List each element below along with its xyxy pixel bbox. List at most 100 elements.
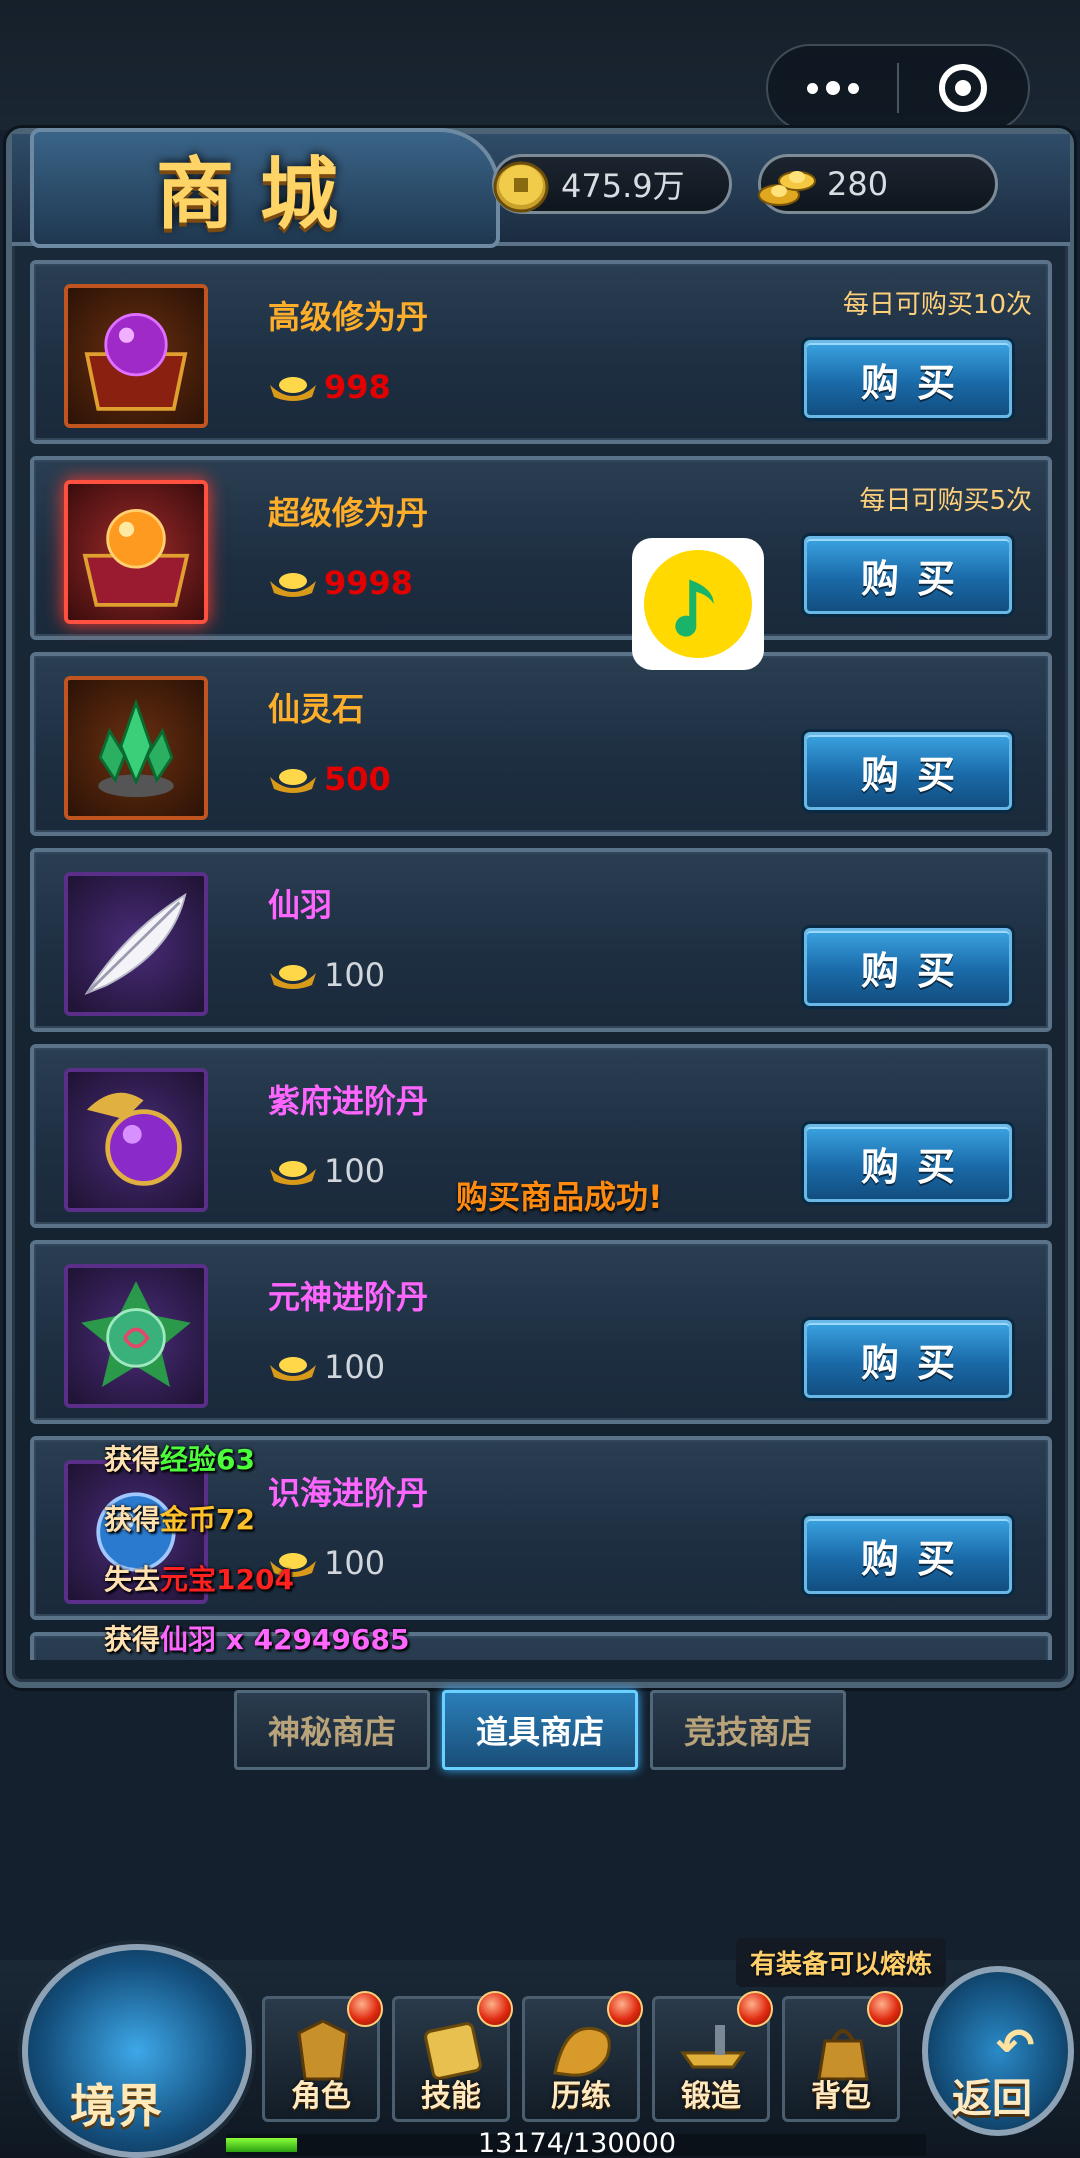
item-price: 100 (268, 1152, 385, 1190)
tab-arena-shop[interactable]: 竞技商店 (650, 1690, 846, 1770)
log-text: 仙羽 x 42949685 (160, 1623, 410, 1656)
ingot-icon (270, 769, 316, 793)
reward-log-line: 获得经验63 (104, 1438, 255, 1478)
tab-item-shop[interactable]: 道具商店 (442, 1690, 638, 1770)
notification-dot (867, 1991, 903, 2027)
menu-label: 历练 (551, 2079, 611, 2114)
miniprogram-capsule (766, 44, 1030, 132)
reward-log-line: 获得仙羽 x 42949685 (104, 1618, 409, 1658)
menu-forge[interactable]: 锻造 (652, 1991, 773, 2122)
realm-label: 境界 (70, 2079, 162, 2133)
ingot-icon (270, 1161, 316, 1185)
item-price: 500 (268, 760, 391, 798)
price-value: 100 (324, 1152, 386, 1190)
notification-dot (477, 1991, 513, 2027)
buy-button[interactable]: 购买 (804, 1516, 1012, 1594)
buy-button[interactable]: 购买 (804, 536, 1012, 614)
menu-label: 锻造 (681, 2079, 741, 2114)
item-name: 仙羽 (268, 886, 333, 924)
more-dot-icon (806, 82, 818, 94)
notification-dot (347, 1991, 383, 2027)
more-dot-icon (847, 82, 859, 94)
menu-label: 角色 (291, 2079, 351, 2114)
log-prefix: 获得 (104, 1623, 161, 1656)
menu-backpack[interactable]: 背包 (782, 1991, 903, 2122)
ingot-icon (270, 965, 316, 989)
experience-text: 13174/130000 (478, 2128, 677, 2158)
return-arrow-icon: ↶ (996, 2018, 1035, 2072)
item-price: 9998 (268, 564, 413, 602)
shop-item: 仙羽 100 购买 (30, 848, 1052, 1032)
buy-button[interactable]: 购买 (804, 928, 1012, 1006)
purchase-limit: 每日可购买5次 (859, 486, 1032, 516)
orange-orb-chest-icon (64, 480, 208, 624)
price-value: 998 (324, 368, 391, 406)
shop-tabs: 神秘商店 道具商店 竞技商店 (234, 1690, 846, 1770)
copper-balance: 475.9万 (492, 154, 732, 214)
gold-ingot-icon (758, 171, 816, 206)
price-value: 9998 (324, 564, 414, 602)
menu-character[interactable]: 角色 (262, 1991, 383, 2122)
purple-orb-chest-icon (64, 284, 208, 428)
ingot-icon (270, 1357, 316, 1381)
menu-label: 背包 (811, 2079, 871, 2114)
music-note-icon (644, 550, 752, 658)
price-value: 100 (324, 1544, 386, 1582)
notification-dot (607, 1991, 643, 2027)
menu-label: 技能 (421, 2079, 481, 2114)
item-name: 紫府进阶丹 (268, 1082, 429, 1120)
shop-item: 超级修为丹 9998 每日可购买5次 购买 (30, 456, 1052, 640)
buy-button[interactable]: 购买 (804, 732, 1012, 810)
price-value: 500 (324, 760, 391, 798)
notification-dot (737, 1991, 773, 2027)
white-feather-icon (64, 872, 208, 1016)
purchase-limit: 每日可购买10次 (842, 290, 1032, 320)
menu-training[interactable]: 历练 (522, 1991, 643, 2122)
reward-log-line: 失去元宝1204 (104, 1558, 294, 1598)
item-name: 超级修为丹 (268, 494, 429, 532)
purple-orb-icon (64, 1068, 208, 1212)
copper-coin-icon (493, 161, 549, 213)
log-prefix: 获得 (104, 1503, 161, 1536)
target-icon (939, 64, 988, 112)
experience-fill (226, 2138, 297, 2152)
ingot-icon (270, 573, 316, 597)
smelt-hint: 有装备可以熔炼 (736, 1938, 947, 1987)
price-value: 100 (324, 1348, 386, 1386)
ingot-icon (270, 377, 316, 401)
music-app-shortcut[interactable] (632, 538, 764, 670)
shop-item: 高级修为丹 998 每日可购买10次 购买 (30, 260, 1052, 444)
shop-item: 元神进阶丹 100 购买 (30, 1240, 1052, 1424)
purchase-success-toast: 购买商品成功! (456, 1178, 663, 1216)
gold-balance: 280 (758, 154, 998, 214)
tab-mystery-shop[interactable]: 神秘商店 (234, 1690, 430, 1770)
item-price: 100 (268, 1348, 385, 1386)
log-prefix: 获得 (104, 1443, 161, 1476)
more-button[interactable] (768, 46, 897, 130)
item-name: 仙灵石 (268, 690, 365, 728)
item-name: 元神进阶丹 (268, 1278, 429, 1316)
buy-button[interactable]: 购买 (804, 340, 1012, 418)
buy-button[interactable]: 购买 (804, 1320, 1012, 1398)
gold-amount: 280 (827, 165, 889, 203)
page-title: 商城 (155, 149, 364, 240)
log-prefix: 失去 (104, 1563, 161, 1596)
copper-amount: 475.9万 (561, 167, 685, 205)
back-label: 返回 (952, 2075, 1032, 2122)
reward-log-line: 获得金币72 (104, 1498, 255, 1538)
item-price: 998 (268, 368, 391, 406)
item-name: 识海进阶丹 (268, 1474, 429, 1512)
shop-item: 仙灵石 500 购买 (30, 652, 1052, 836)
item-name: 高级修为丹 (268, 298, 429, 336)
item-price: 100 (268, 956, 385, 994)
buy-button[interactable]: 购买 (804, 1124, 1012, 1202)
menu-skills[interactable]: 技能 (392, 1991, 513, 2122)
price-value: 100 (324, 956, 386, 994)
log-text: 元宝1204 (160, 1563, 294, 1596)
log-text: 经验63 (160, 1443, 255, 1476)
close-miniprogram-button[interactable] (899, 46, 1028, 130)
more-dot-icon (825, 81, 840, 95)
green-crystal-icon (64, 676, 208, 820)
log-text: 金币72 (160, 1503, 255, 1536)
green-orb-icon (64, 1264, 208, 1408)
